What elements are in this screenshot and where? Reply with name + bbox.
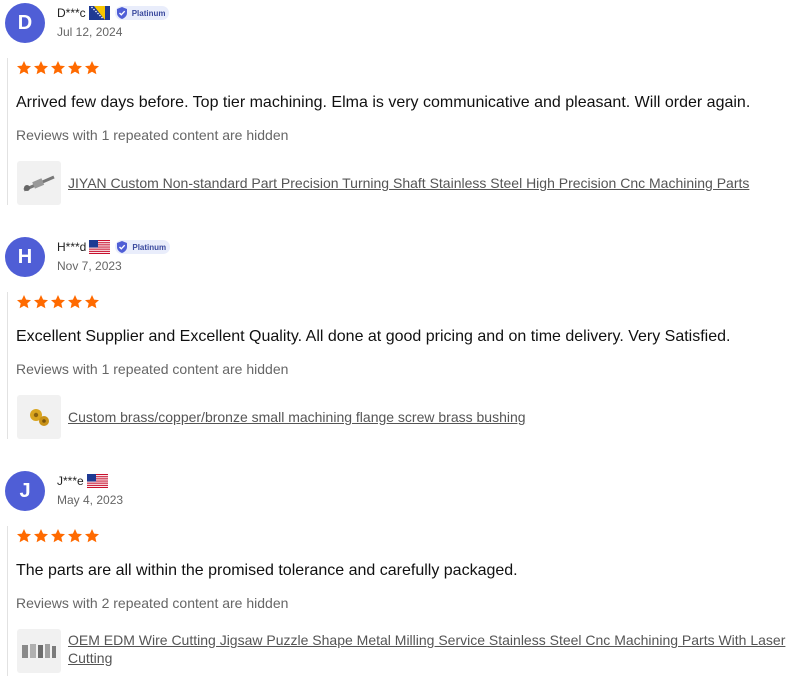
bosnia-flag-icon [88,6,110,20]
reviewer-name: D***c [57,6,86,20]
usa-flag-icon [89,240,111,254]
review-text: Excellent Supplier and Excellent Quality… [16,328,731,345]
verified-shield-icon [116,7,127,19]
reviewer-name: J***e [57,474,84,488]
avatar-initial: D [17,11,33,34]
star-icon [68,529,82,543]
product-reference[interactable]: OEM EDM Wire Cutting Jigsaw Puzzle Shape… [17,629,793,673]
avatar: J [5,471,45,511]
star-icon [51,295,65,309]
star-icon [17,529,31,543]
review-text: Arrived few days before. Top tier machin… [16,94,751,111]
star-icon [34,61,48,75]
star-icon [17,295,31,309]
star-icon [17,61,31,75]
product-reference[interactable]: Custom brass/copper/bronze small machini… [17,395,793,439]
platinum-badge: Platinum [114,6,170,20]
star-icon [85,295,99,309]
star-icon [85,61,99,75]
rating-stars [16,60,100,76]
badge-label: Platinum [132,242,167,252]
review-date: Nov 7, 2023 [57,259,122,273]
star-icon [68,295,82,309]
verified-shield-icon [117,241,128,253]
review-text: The parts are all within the promised to… [16,562,518,579]
usa-flag-icon [86,474,108,488]
product-link[interactable]: Custom brass/copper/bronze small machini… [68,408,793,426]
review-date: Jul 12, 2024 [57,25,123,39]
star-icon [51,61,65,75]
hidden-reviews-note: Reviews with 1 repeated content are hidd… [16,361,289,377]
product-thumbnail[interactable] [17,395,61,439]
product-thumbnail[interactable] [17,161,61,205]
avatar: D [5,3,45,43]
hidden-reviews-note: Reviews with 1 repeated content are hidd… [16,127,289,143]
avatar-initial: J [19,479,31,502]
review-date: May 4, 2023 [57,493,124,507]
rating-stars [16,528,100,544]
star-icon [85,529,99,543]
reviewer-name: H***d [57,240,87,254]
platinum-badge: Platinum [115,240,171,254]
star-icon [34,529,48,543]
star-icon [68,61,82,75]
product-link[interactable]: JIYAN Custom Non-standard Part Precision… [68,174,793,192]
avatar: H [5,237,45,277]
badge-label: Platinum [131,8,166,18]
avatar-initial: H [17,245,33,268]
star-icon [34,295,48,309]
hidden-reviews-note: Reviews with 2 repeated content are hidd… [16,595,289,611]
product-thumbnail[interactable] [17,629,61,673]
product-link[interactable]: OEM EDM Wire Cutting Jigsaw Puzzle Shape… [68,631,793,667]
product-reference[interactable]: JIYAN Custom Non-standard Part Precision… [17,161,793,205]
rating-stars [16,294,100,310]
star-icon [51,529,65,543]
